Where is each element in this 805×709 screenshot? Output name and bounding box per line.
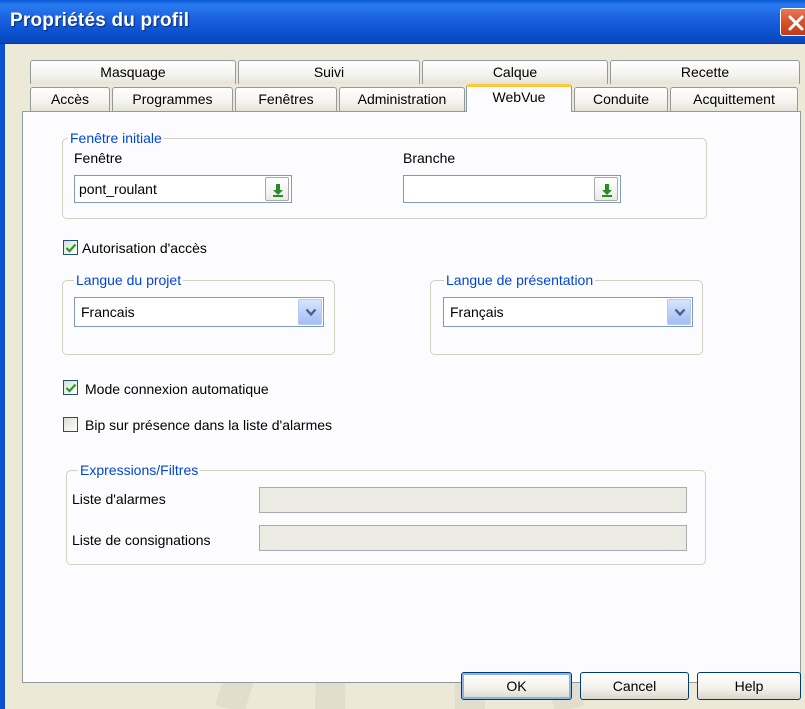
log-list-field[interactable]	[259, 525, 687, 551]
tab-webvue[interactable]: WebVue	[466, 84, 572, 112]
log-list-label: Liste de consignations	[72, 532, 211, 548]
expressions-legend: Expressions/Filtres	[78, 462, 201, 478]
arrow-down-icon	[273, 184, 283, 197]
title-bar[interactable]: Propriétés du profil	[0, 0, 805, 44]
alarm-list-field[interactable]	[259, 487, 687, 513]
help-button[interactable]: Help	[697, 672, 801, 700]
alarm-beep-checkbox[interactable]	[63, 417, 78, 432]
presentation-language-dropdown-button[interactable]	[667, 299, 691, 325]
cancel-button[interactable]: Cancel	[580, 672, 689, 700]
branch-field[interactable]	[403, 175, 621, 203]
check-icon	[65, 243, 77, 253]
project-language-value: Francais	[81, 304, 135, 320]
alarm-beep-label: Bip sur présence dans la liste d'alarmes	[85, 417, 333, 433]
presentation-language-value: Français	[450, 304, 504, 320]
close-icon	[788, 15, 804, 31]
tab-masquage[interactable]: Masquage	[30, 60, 236, 84]
chevron-down-icon	[305, 308, 317, 317]
access-label: Autorisation d'accès	[82, 240, 207, 256]
window-frame	[0, 44, 5, 709]
project-language-select[interactable]: Francais	[74, 297, 324, 327]
presentation-language-legend: Langue de présentation	[444, 272, 596, 288]
project-language-dropdown-button[interactable]	[298, 299, 322, 325]
window-field[interactable]: pont_roulant	[74, 175, 292, 203]
alarm-list-label: Liste d'alarmes	[72, 491, 166, 507]
tab-programmes[interactable]: Programmes	[112, 87, 233, 111]
tab-calque[interactable]: Calque	[422, 60, 608, 84]
ok-button[interactable]: OK	[461, 672, 572, 700]
tab-administration[interactable]: Administration	[339, 87, 465, 111]
tab-fenetres[interactable]: Fenêtres	[235, 87, 337, 111]
auto-connect-label: Mode connexion automatique	[85, 381, 269, 397]
arrow-down-icon	[602, 184, 612, 197]
branch-browse-button[interactable]	[594, 177, 618, 201]
tab-recette[interactable]: Recette	[610, 60, 800, 84]
project-language-legend: Langue du projet	[74, 272, 184, 288]
branch-label: Branche	[403, 150, 456, 166]
tab-suivi[interactable]: Suivi	[238, 60, 420, 84]
chevron-down-icon	[674, 308, 686, 317]
window-browse-button[interactable]	[265, 177, 289, 201]
close-button[interactable]	[780, 8, 805, 36]
auto-connect-checkbox[interactable]	[63, 380, 78, 395]
tab-acces[interactable]: Accès	[30, 87, 110, 111]
window-label: Fenêtre	[74, 150, 123, 166]
initial-window-legend: Fenêtre initiale	[68, 130, 164, 146]
tab-acquittement[interactable]: Acquittement	[670, 87, 798, 111]
presentation-language-select[interactable]: Français	[443, 297, 693, 327]
access-checkbox[interactable]	[63, 240, 78, 255]
check-icon	[65, 383, 77, 393]
tab-conduite[interactable]: Conduite	[574, 87, 668, 111]
window-title: Propriétés du profil	[10, 10, 190, 31]
